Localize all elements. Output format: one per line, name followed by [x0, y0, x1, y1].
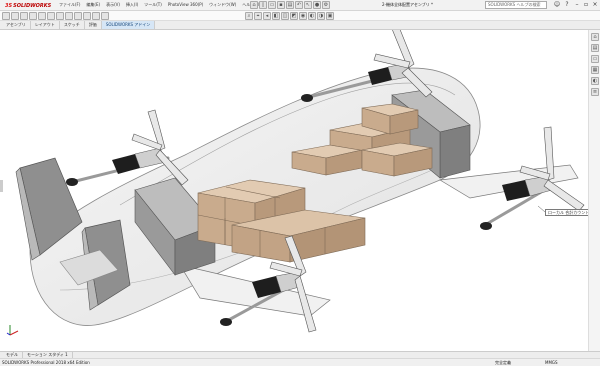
file-explorer-icon[interactable]: ▭	[591, 55, 599, 63]
custom-properties-icon[interactable]: ≡	[591, 88, 599, 96]
command-manager: ⌕ ⌖ ◂ ◧ ◫ ◩ ◉ ◐ ◑ ▣	[0, 11, 600, 21]
mate-icon[interactable]	[11, 12, 19, 20]
solidworks-resources-icon[interactable]: ⌂	[591, 33, 599, 41]
coordinate-triad-icon	[6, 323, 20, 337]
drone-model[interactable]	[0, 30, 588, 351]
definition-state: 完全定義	[495, 360, 511, 365]
boom-cap-rear-left	[66, 178, 78, 186]
task-pane: ⌂ ▤ ▭ ▦ ◐ ≡	[588, 30, 600, 351]
menu-tools[interactable]: ツール(T)	[141, 1, 165, 9]
hide-show-items-icon[interactable]: ◉	[299, 12, 307, 20]
view-orientation-icon[interactable]: ◫	[281, 12, 289, 20]
menu-edit[interactable]: 編集(E)	[83, 1, 103, 9]
undo-icon[interactable]: ↶	[295, 1, 303, 9]
zoom-to-fit-icon[interactable]: ⌕	[245, 12, 253, 20]
tooltip-leader	[537, 205, 546, 213]
home-icon[interactable]: ⌂	[250, 1, 258, 9]
quick-access-toolbar: ⌂ ▯ ▭ ▪ ▤ ↶ ↖ ● ⚙	[250, 1, 331, 9]
select-icon[interactable]: ↖	[304, 1, 312, 9]
print-icon[interactable]: ▤	[286, 1, 294, 9]
boom-cap-front-right	[480, 222, 492, 230]
heads-up-view-toolbar: ⌕ ⌖ ◂ ◧ ◫ ◩ ◉ ◐ ◑ ▣	[245, 12, 335, 20]
assembly-features-icon[interactable]	[65, 12, 73, 20]
open-icon[interactable]: ▭	[268, 1, 276, 9]
unit-system[interactable]: MMGS	[545, 359, 558, 366]
close-icon[interactable]: ×	[590, 1, 600, 9]
appearances-icon[interactable]: ◐	[591, 77, 599, 85]
document-title: 2-機体全体配置アセンブリ *	[382, 2, 434, 7]
section-view-icon[interactable]: ◧	[272, 12, 280, 20]
new-document-icon[interactable]: ▯	[259, 1, 267, 9]
menu-window[interactable]: ウィンドウ(W)	[206, 1, 239, 9]
boom-cap-front-left	[220, 318, 232, 326]
solidworks-logo[interactable]: 3S SOLIDWORKS	[5, 2, 51, 10]
status-bar: SOLIDWORKS Professional 2018 x64 Edition…	[0, 358, 600, 366]
main-menu: ファイル(F) 編集(E) 表示(V) 挿入(I) ツール(T) PhotoVi…	[56, 1, 263, 9]
rebuild-icon[interactable]: ●	[313, 1, 321, 9]
edit-appearance-icon[interactable]: ◐	[308, 12, 316, 20]
previous-view-icon[interactable]: ◂	[263, 12, 271, 20]
model-tabs: モデル モーション スタディ 1	[0, 351, 600, 358]
product-edition: SOLIDWORKS Professional 2018 x64 Edition	[2, 360, 90, 365]
tab-layout[interactable]: レイアウト	[31, 21, 60, 29]
graphics-area[interactable]	[0, 30, 588, 351]
help-icon[interactable]: ?	[562, 1, 572, 9]
exploded-view-icon[interactable]	[101, 12, 109, 20]
new-motion-study-icon[interactable]	[83, 12, 91, 20]
boom-cap-rear-right	[301, 94, 313, 102]
tab-assembly[interactable]: アセンブリ	[2, 21, 31, 29]
linear-pattern-icon[interactable]	[29, 12, 37, 20]
command-icons	[2, 12, 110, 20]
user-icon[interactable]: ☺	[552, 1, 562, 9]
tab-sketch[interactable]: スケッチ	[60, 21, 85, 29]
command-tabs: アセンブリ レイアウト スケッチ 評価 SOLIDWORKS アドイン	[0, 21, 600, 30]
menu-bar: 3S SOLIDWORKS ファイル(F) 編集(E) 表示(V) 挿入(I) …	[0, 0, 600, 11]
move-component-icon[interactable]	[47, 12, 55, 20]
menu-photoview[interactable]: PhotoView 360(P)	[165, 1, 206, 9]
battery-right-front	[439, 124, 471, 179]
tab-solidworks-addins[interactable]: SOLIDWORKS アドイン	[101, 21, 156, 29]
menu-file[interactable]: ファイル(F)	[56, 1, 83, 9]
show-hidden-icon[interactable]	[56, 12, 64, 20]
reference-geometry-icon[interactable]	[74, 12, 82, 20]
options-icon[interactable]: ⚙	[322, 1, 330, 9]
save-icon[interactable]: ▪	[277, 1, 285, 9]
display-style-icon[interactable]: ◩	[290, 12, 298, 20]
menu-insert[interactable]: 挿入(I)	[123, 1, 141, 9]
callout-tooltip: ローカル 合計カウント	[545, 209, 593, 216]
bill-of-materials-icon[interactable]	[92, 12, 100, 20]
insert-component-icon[interactable]	[2, 12, 10, 20]
feature-manager-toggle[interactable]	[0, 180, 3, 192]
zoom-area-icon[interactable]: ⌖	[254, 12, 262, 20]
apply-scene-icon[interactable]: ◑	[317, 12, 325, 20]
tab-evaluate[interactable]: 評価	[85, 21, 102, 29]
smart-fasteners-icon[interactable]	[38, 12, 46, 20]
design-library-icon[interactable]: ▤	[591, 44, 599, 52]
view-settings-icon[interactable]: ▣	[326, 12, 334, 20]
menu-view[interactable]: 表示(V)	[103, 1, 123, 9]
component-preview-icon[interactable]	[20, 12, 28, 20]
help-search-input[interactable]: SOLIDWORKS ヘルプの検索	[485, 1, 547, 9]
view-palette-icon[interactable]: ▦	[591, 66, 599, 74]
